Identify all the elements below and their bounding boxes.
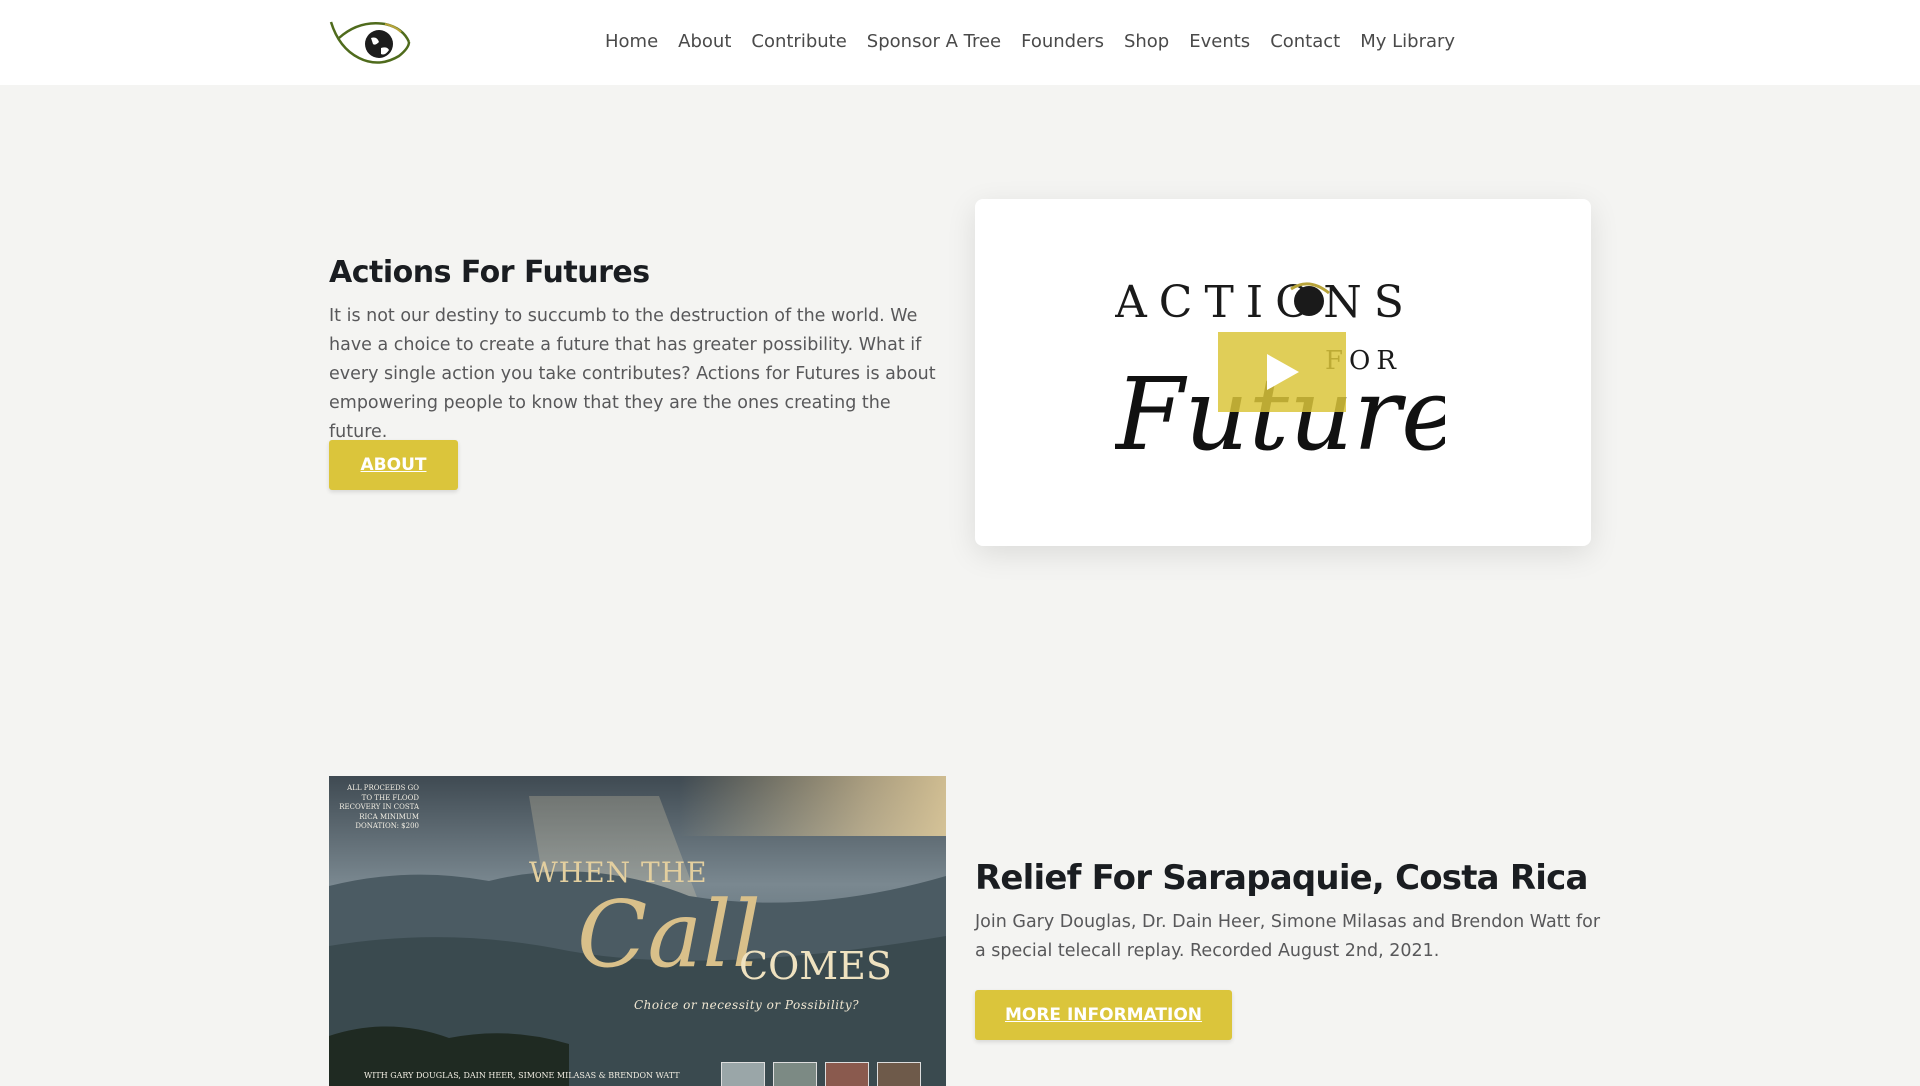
promo-presenters: With Gary Douglas, Dain Heer, Simone Mil… [364,1071,680,1080]
promo-call: Call [577,881,762,988]
promo-subtitle: Choice or necessity or Possibility? [634,998,860,1012]
presenter-photo [877,1062,921,1086]
presenter-photo [721,1062,765,1086]
nav-events[interactable]: Events [1189,29,1250,55]
play-icon [1267,354,1299,390]
intro-video[interactable]: ACTIONS FOR Futures [975,199,1591,546]
promo-comes: COMES [739,944,892,988]
presenter-photo [825,1062,869,1086]
nav-founders[interactable]: Founders [1021,29,1104,55]
more-information-button[interactable]: MORE INFORMATION [975,990,1232,1040]
promo-donation-note: All proceeds go to the flood recovery in… [339,784,419,830]
site-logo-icon[interactable] [329,18,411,68]
main-nav: Home About Contribute Sponsor A Tree Fou… [605,29,1475,55]
presenter-photo [773,1062,817,1086]
nav-contact[interactable]: Contact [1270,29,1340,55]
nav-sponsor-a-tree[interactable]: Sponsor A Tree [867,29,1001,55]
presenter-photos [721,1062,921,1086]
telecall-promo-image: All proceeds go to the flood recovery in… [329,776,946,1086]
site-header: Home About Contribute Sponsor A Tree Fou… [0,0,1920,85]
hero-description: It is not our destiny to succumb to the … [329,306,936,442]
nav-my-library[interactable]: My Library [1360,29,1455,55]
about-button[interactable]: ABOUT [329,440,458,490]
nav-contribute[interactable]: Contribute [751,29,846,55]
play-button[interactable] [1218,332,1346,412]
video-logo-line1: ACTIONS [1115,279,1416,328]
nav-about[interactable]: About [678,29,731,55]
nav-home[interactable]: Home [605,29,658,55]
relief-title: Relief For Sarapaquie, Costa Rica [975,858,1588,898]
nav-shop[interactable]: Shop [1124,29,1169,55]
relief-description: Join Gary Douglas, Dr. Dain Heer, Simone… [975,912,1601,961]
hero-title: Actions For Futures [329,255,650,290]
